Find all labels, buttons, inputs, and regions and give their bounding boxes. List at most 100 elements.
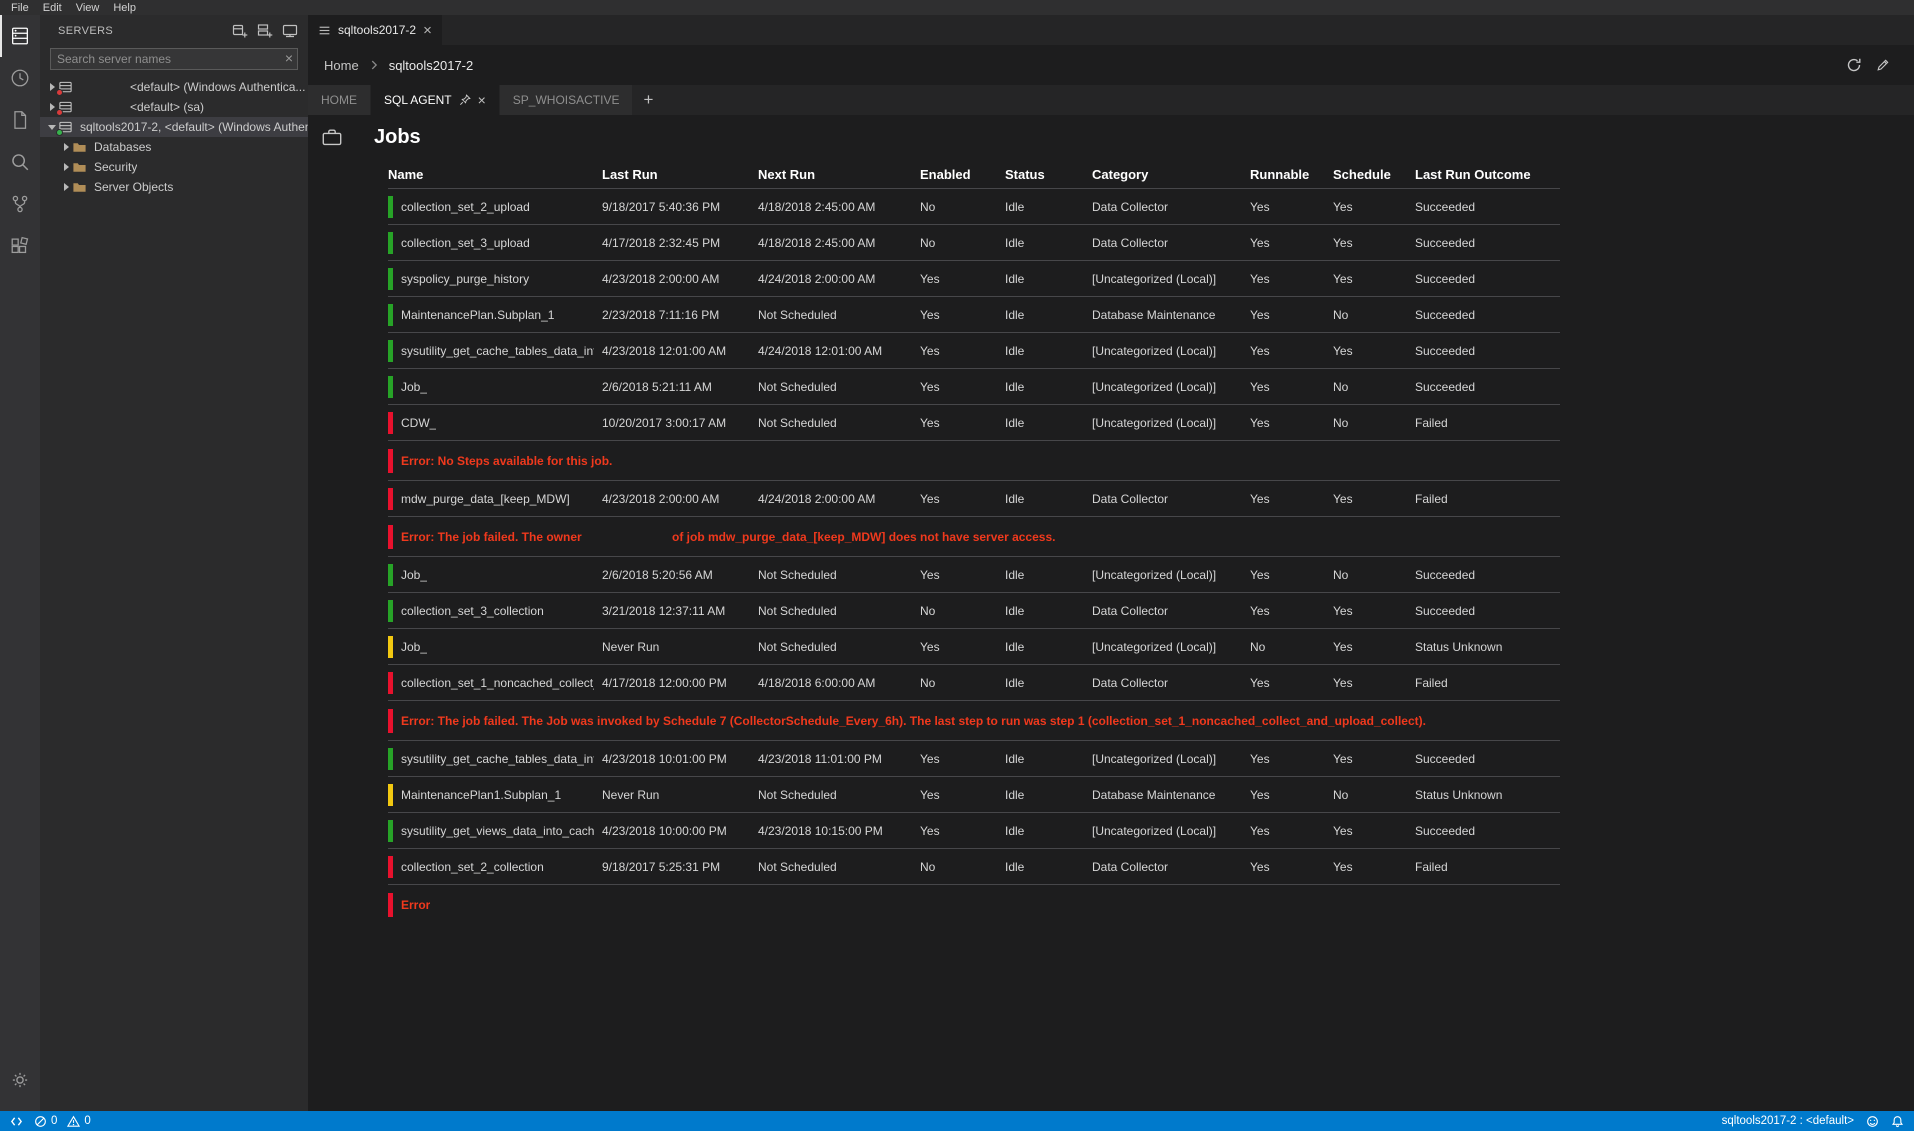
job-row[interactable]: Job_ Never Run Not Scheduled Yes Idle [U… xyxy=(388,628,1560,664)
job-runnable: Yes xyxy=(1250,344,1333,358)
job-row[interactable]: sysutility_get_cache_tables_data_into_ag… xyxy=(388,332,1560,368)
column-header-status[interactable]: Status xyxy=(1005,167,1092,182)
job-error-row[interactable]: Error: The job failed. The owner of job … xyxy=(388,516,1560,556)
pin-icon[interactable] xyxy=(459,94,471,106)
twistie-icon[interactable] xyxy=(60,183,72,191)
job-status: Idle xyxy=(1005,344,1092,358)
breadcrumb-home[interactable]: Home xyxy=(324,58,359,73)
search-server-input[interactable] xyxy=(50,48,298,70)
job-row[interactable]: mdw_purge_data_[keep_MDW] 4/23/2018 2:00… xyxy=(388,480,1560,516)
menu-file[interactable]: File xyxy=(4,2,36,14)
column-header-runnable[interactable]: Runnable xyxy=(1250,167,1333,182)
job-enabled: Yes xyxy=(920,568,1005,582)
document-tab[interactable]: HOME xyxy=(308,85,370,115)
column-header-last-run[interactable]: Last Run xyxy=(602,167,758,182)
document-tab[interactable]: SP_WHOISACTIVE xyxy=(500,85,633,115)
column-header-name[interactable]: Name xyxy=(388,167,602,182)
close-editor-tab-icon[interactable]: × xyxy=(423,23,432,38)
document-tab[interactable]: SQL AGENT × xyxy=(371,85,499,115)
job-last-run-outcome: Failed xyxy=(1415,416,1560,430)
job-row[interactable]: Job_ 2/6/2018 5:20:56 AM Not Scheduled Y… xyxy=(388,556,1560,592)
column-header-enabled[interactable]: Enabled xyxy=(920,167,1005,182)
job-last-run: 4/23/2018 2:00:00 AM xyxy=(602,492,758,506)
new-connection-icon[interactable] xyxy=(232,23,248,39)
job-schedule: Yes xyxy=(1333,640,1415,654)
folder-icon xyxy=(72,159,89,175)
extensions-icon[interactable] xyxy=(0,225,40,267)
column-header-category[interactable]: Category xyxy=(1092,167,1250,182)
job-state-bar xyxy=(388,784,393,806)
twistie-icon[interactable] xyxy=(46,125,58,130)
tree-item[interactable]: Server Objects xyxy=(40,177,308,197)
job-row[interactable]: sysutility_get_cache_tables_data_into_ag… xyxy=(388,740,1560,776)
tree-item[interactable]: <default> (Windows Authentica... xyxy=(40,77,308,97)
task-history-icon[interactable] xyxy=(0,57,40,99)
tree-item[interactable]: <default> (sa) xyxy=(40,97,308,117)
edit-icon[interactable] xyxy=(1876,58,1890,72)
job-error-row[interactable]: Error xyxy=(388,884,1560,924)
job-error-row[interactable]: Error: The job failed. The Job was invok… xyxy=(388,700,1560,740)
job-runnable: Yes xyxy=(1250,676,1333,690)
twistie-icon[interactable] xyxy=(60,143,72,151)
feedback-smiley-icon[interactable] xyxy=(1866,1115,1879,1128)
job-next-run: Not Scheduled xyxy=(758,308,920,322)
job-row[interactable]: syspolicy_purge_history 4/23/2018 2:00:0… xyxy=(388,260,1560,296)
error-text: Error xyxy=(401,898,430,912)
notebooks-icon[interactable] xyxy=(0,99,40,141)
connection-status[interactable]: sqltools2017-2 : <default> xyxy=(1722,1115,1854,1127)
error-text: Error: No Steps available for this job. xyxy=(401,454,612,468)
job-row[interactable]: Job_ 2/6/2018 5:21:11 AM Not Scheduled Y… xyxy=(388,368,1560,404)
new-tab-button[interactable]: + xyxy=(633,85,663,115)
job-category: Data Collector xyxy=(1092,860,1250,874)
column-header-last-run-outcome[interactable]: Last Run Outcome xyxy=(1415,167,1560,182)
job-last-run: 3/21/2018 12:37:11 AM xyxy=(602,604,758,618)
job-row[interactable]: sysutility_get_views_data_into_cache_tab… xyxy=(388,812,1560,848)
problems-indicator[interactable]: 0 0 xyxy=(34,1115,91,1128)
editor-tab[interactable]: sqltools2017-2 × xyxy=(308,15,442,45)
job-next-run: 4/24/2018 2:00:00 AM xyxy=(758,492,920,506)
close-tab-icon[interactable]: × xyxy=(478,93,486,107)
job-row[interactable]: collection_set_2_upload 9/18/2017 5:40:3… xyxy=(388,188,1560,224)
tree-item[interactable]: sqltools2017-2, <default> (Windows Authe… xyxy=(40,117,308,137)
settings-gear-icon[interactable] xyxy=(0,1059,40,1101)
active-connections-icon[interactable] xyxy=(282,23,298,39)
page-title: Jobs xyxy=(374,126,421,149)
column-header-next-run[interactable]: Next Run xyxy=(758,167,920,182)
job-runnable: Yes xyxy=(1250,380,1333,394)
refresh-icon[interactable] xyxy=(1846,57,1862,73)
job-status: Idle xyxy=(1005,788,1092,802)
clear-search-icon[interactable]: × xyxy=(285,50,293,66)
job-next-run: Not Scheduled xyxy=(758,568,920,582)
menu-edit[interactable]: Edit xyxy=(36,2,69,14)
status-bar: 0 0 sqltools2017-2 : <default> xyxy=(0,1111,1914,1131)
breadcrumb-server[interactable]: sqltools2017-2 xyxy=(389,58,474,73)
editor-area: sqltools2017-2 × Home sqltools2017-2 xyxy=(308,15,1914,1111)
tree-item[interactable]: Security xyxy=(40,157,308,177)
job-last-run-outcome: Succeeded xyxy=(1415,752,1560,766)
job-row[interactable]: collection_set_2_collection 9/18/2017 5:… xyxy=(388,848,1560,884)
new-server-group-icon[interactable] xyxy=(257,23,273,39)
connections-icon[interactable] xyxy=(0,15,40,57)
job-category: Data Collector xyxy=(1092,200,1250,214)
tree-item[interactable]: Databases xyxy=(40,137,308,157)
job-row[interactable]: MaintenancePlan1.Subplan_1 Never Run Not… xyxy=(388,776,1560,812)
job-row[interactable]: CDW_ 10/20/2017 3:00:17 AM Not Scheduled… xyxy=(388,404,1560,440)
job-schedule: Yes xyxy=(1333,752,1415,766)
twistie-icon[interactable] xyxy=(60,163,72,171)
job-row[interactable]: MaintenancePlan.Subplan_1 2/23/2018 7:11… xyxy=(388,296,1560,332)
job-runnable: Yes xyxy=(1250,752,1333,766)
source-control-icon[interactable] xyxy=(0,183,40,225)
job-status: Idle xyxy=(1005,380,1092,394)
job-row[interactable]: collection_set_3_collection 3/21/2018 12… xyxy=(388,592,1560,628)
menu-help[interactable]: Help xyxy=(106,2,143,14)
job-state-bar xyxy=(388,232,393,254)
remote-icon[interactable] xyxy=(10,1115,23,1128)
job-error-row[interactable]: Error: No Steps available for this job. xyxy=(388,440,1560,480)
notifications-bell-icon[interactable] xyxy=(1891,1115,1904,1128)
column-header-schedule[interactable]: Schedule xyxy=(1333,167,1415,182)
job-row[interactable]: collection_set_1_noncached_collect_and_u… xyxy=(388,664,1560,700)
search-icon[interactable] xyxy=(0,141,40,183)
job-row[interactable]: collection_set_3_upload 4/17/2018 2:32:4… xyxy=(388,224,1560,260)
job-state-bar xyxy=(388,636,393,658)
menu-view[interactable]: View xyxy=(69,2,107,14)
